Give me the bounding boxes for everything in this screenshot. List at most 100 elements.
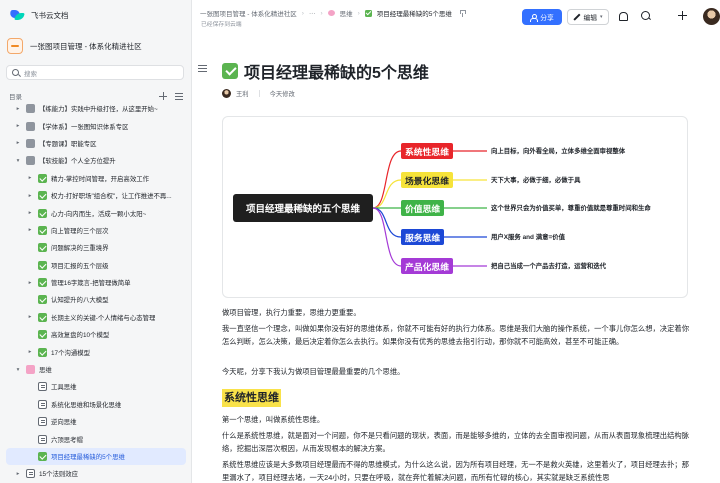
sidebar-item[interactable]: 六顶思考帽 xyxy=(6,430,186,447)
sidebar-item[interactable]: 项目汇报的五个层级 xyxy=(6,257,186,274)
edit-mode-button[interactable]: 编辑 ▾ xyxy=(567,9,609,25)
chevron-right-icon[interactable]: ▸ xyxy=(26,210,34,216)
plus-icon[interactable] xyxy=(678,11,687,20)
sidebar-item-label: 工具思维 xyxy=(51,384,77,392)
sidebar-item-label: 管理16字箴言-把管理做简单 xyxy=(51,280,131,288)
chevron-down-icon[interactable]: ▾ xyxy=(14,367,22,373)
sidebar-item[interactable]: ▸ 心力-向内而生，活成一颗小太阳~ xyxy=(6,204,186,221)
sidebar-item[interactable]: 系统化思维和场景化思维 xyxy=(6,396,186,413)
outline-icon[interactable] xyxy=(198,65,207,73)
breadcrumb-folder[interactable]: 思维 xyxy=(340,8,353,18)
chevron-right-icon[interactable]: ▸ xyxy=(26,193,34,199)
sidebar-item[interactable]: 项目经理最稀缺的5个思维 xyxy=(6,447,186,466)
page-title-text: 项目经理最稀缺的5个思维 xyxy=(244,65,429,82)
folder-icon xyxy=(26,121,35,131)
document-icon xyxy=(38,434,47,444)
sidebar-item[interactable]: ▸ 17个沟通模型 xyxy=(6,343,186,360)
share-button[interactable]: 分享 xyxy=(522,9,562,25)
sidebar-item-label: 问题解决的三重境界 xyxy=(51,245,109,253)
breadcrumb-more[interactable]: ··· xyxy=(309,10,316,17)
chevron-right-icon[interactable]: ▸ xyxy=(14,106,22,112)
doc-meta: 王利 今天修改 xyxy=(222,89,295,98)
sidebar-item[interactable]: ▸ 精力-掌控时间管理，开启高效工作 xyxy=(6,170,186,187)
sidebar-item-label: 15个法则效应 xyxy=(39,471,79,479)
paragraph: 今天呢，分享下我认为做项目管理最最重要的几个思维。 xyxy=(222,367,405,376)
check-icon xyxy=(38,295,47,305)
sidebar-item[interactable]: ▸ 15个法则效应 xyxy=(6,465,186,482)
search-icon[interactable] xyxy=(641,11,650,20)
chevron-right-icon[interactable]: ▸ xyxy=(14,123,22,129)
topbar: 一张图项目管理 - 体系化精进社区 › ··· › 思维 › 项目经理最稀缺的5… xyxy=(192,0,720,32)
sidebar-item[interactable]: ▸ 管理16字箴言-把管理做简单 xyxy=(6,274,186,291)
folder-icon xyxy=(26,156,35,166)
mindmap-root: 项目经理最稀缺的五个思维 xyxy=(233,194,373,222)
workspace-header[interactable]: 一张图项目管理 - 体系化精进社区 xyxy=(7,35,185,57)
chevron-right-icon[interactable]: ▸ xyxy=(26,175,34,181)
doc-tree: ▸ 【练能力】实践中升级打怪，从这里开始~ ▸ 【学体系】一张图知识体系专区 ▸ 【专题课… xyxy=(0,100,192,483)
folder-icon xyxy=(26,138,35,148)
pin-icon[interactable] xyxy=(459,9,466,17)
author-avatar[interactable] xyxy=(222,89,231,98)
mindmap-connector xyxy=(372,179,402,209)
sidebar-item[interactable]: ▾ 【软技能】个人全方位提升 xyxy=(6,152,186,169)
sidebar-item[interactable]: ▸ 向上管理的三个层次 xyxy=(6,222,186,239)
mindmap-description: 向上目标，向外看全局，立体多维全面审视整体 xyxy=(491,148,626,155)
check-icon xyxy=(38,278,47,288)
mindmap-description: 天下大事，必做于细，必做于具 xyxy=(491,177,581,184)
page-title: 项目经理最稀缺的5个思维 xyxy=(222,59,429,83)
sidebar-item[interactable]: 问题解决的三重境界 xyxy=(6,239,186,256)
check-icon xyxy=(38,347,47,357)
search-icon xyxy=(12,69,19,76)
chevron-right-icon[interactable]: ▸ xyxy=(26,349,34,355)
sidebar-item[interactable]: ▸ 【学体系】一张图知识体系专区 xyxy=(6,117,186,134)
collapse-tree-icon[interactable] xyxy=(175,92,183,100)
brand[interactable]: 飞书云文档 xyxy=(9,8,69,22)
sidebar-item-label: 高效复盘的10个模型 xyxy=(51,332,110,340)
sidebar-item[interactable]: ▸ 权力-打好职场"组合权"，让工作推进不再... xyxy=(6,187,186,204)
sidebar-item-label: 向上管理的三个层次 xyxy=(51,227,109,235)
author-name[interactable]: 王利 xyxy=(236,89,249,98)
sidebar-item-label: 六顶思考帽 xyxy=(51,436,83,444)
mindmap-node: 场景化思维 xyxy=(401,172,453,188)
sidebar-item-label: 项目经理最稀缺的5个思维 xyxy=(51,454,125,461)
chevron-right-icon[interactable]: ▸ xyxy=(26,280,34,286)
mindmap-description: 把自己当成一个产品去打造，运营和迭代 xyxy=(491,263,607,270)
sidebar-search-input[interactable]: 搜索 xyxy=(6,65,184,80)
sidebar-item[interactable]: 认知提升的八大模型 xyxy=(6,291,186,308)
chevron-down-icon: ▾ xyxy=(600,14,603,20)
user-avatar[interactable] xyxy=(703,8,720,25)
mindmap-description: 用户X服务 and 满意=价值 xyxy=(491,234,566,241)
mindmap-node: 价值思维 xyxy=(401,200,445,216)
edit-label: 编辑 xyxy=(583,15,598,22)
add-icon[interactable] xyxy=(159,92,167,100)
sidebar-item[interactable]: ▾ 思维 xyxy=(6,361,186,378)
workspace-logo-icon xyxy=(7,38,23,54)
sidebar-item-label: 逆向思维 xyxy=(51,419,77,427)
divider xyxy=(258,90,260,97)
chevron-down-icon[interactable]: ▾ xyxy=(14,158,22,164)
sidebar-item[interactable]: 高效复盘的10个模型 xyxy=(6,326,186,343)
sidebar-item-label: 长期主义的关键-个人情绪与心态管理 xyxy=(51,314,156,322)
check-icon xyxy=(38,260,47,270)
sidebar-item[interactable]: ▸ 【练能力】实践中升级打怪，从这里开始~ xyxy=(6,100,186,117)
sidebar-item[interactable]: 工具思维 xyxy=(6,378,186,395)
breadcrumb-separator: › xyxy=(301,9,304,17)
chevron-right-icon[interactable]: ▸ xyxy=(26,314,34,320)
check-icon xyxy=(38,312,47,322)
breadcrumb-separator: › xyxy=(357,9,360,17)
mindmap-image[interactable]: 项目经理最稀缺的五个思维 系统性思维 向上目标，向外看全局，立体多维全面审视整体场… xyxy=(222,116,688,298)
sidebar-item-label: 【学体系】一张图知识体系专区 xyxy=(39,123,129,131)
section-heading: 系统性思维 xyxy=(222,389,281,407)
chevron-right-icon[interactable]: ▸ xyxy=(26,227,34,233)
sidebar-item-label: 思维 xyxy=(39,367,52,375)
sidebar-item[interactable]: ▸ 长期主义的关键-个人情绪与心态管理 xyxy=(6,309,186,326)
chevron-right-icon[interactable]: ▸ xyxy=(14,471,22,477)
sidebar-item-label: 权力-打好职场"组合权"，让工作推进不再... xyxy=(51,193,172,201)
sidebar-item[interactable]: ▸ 【专题课】职能专区 xyxy=(6,135,186,152)
chevron-right-icon[interactable]: ▸ xyxy=(14,140,22,146)
breadcrumb-workspace[interactable]: 一张图项目管理 - 体系化精进社区 xyxy=(200,8,297,18)
mindmap-node: 服务思维 xyxy=(401,229,445,245)
document-icon xyxy=(38,417,47,427)
bell-icon[interactable] xyxy=(618,12,628,22)
sidebar-item[interactable]: 逆向思维 xyxy=(6,413,186,430)
